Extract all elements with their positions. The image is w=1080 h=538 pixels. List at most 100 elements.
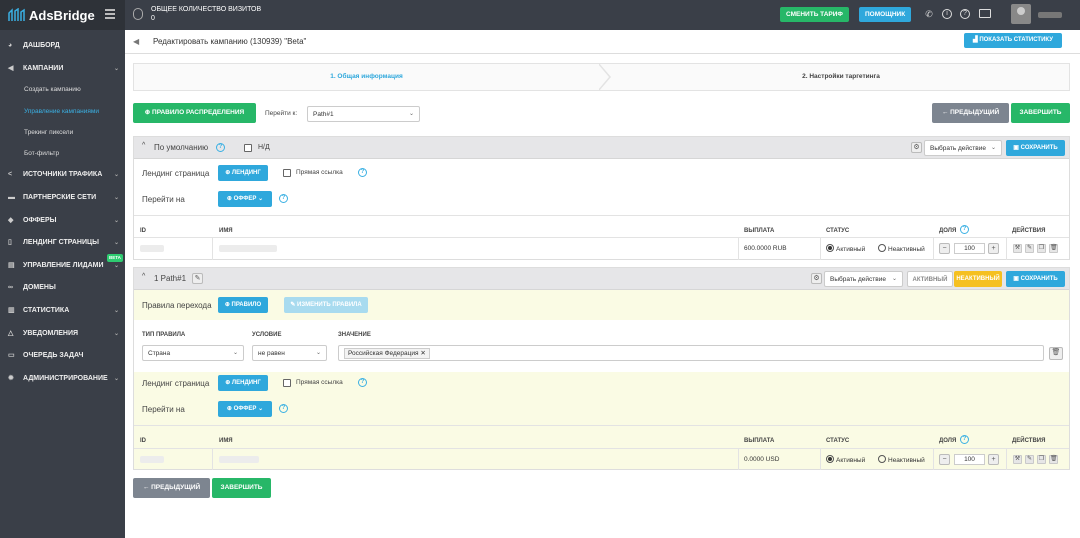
value-tag-input[interactable]: Российская Федерация ✕ (338, 345, 1044, 361)
change-plan-button[interactable]: СМЕНИТЬ ТАРИФ (780, 7, 849, 22)
path-save-button[interactable]: ▣ СОХРАНИТЬ (1006, 271, 1065, 287)
phone-icon[interactable]: ✆ (924, 9, 934, 19)
sidebar-sub-create-campaign[interactable]: Создать кампанию (0, 80, 125, 100)
finish-button-bottom[interactable]: ЗАВЕРШИТЬ (212, 478, 271, 498)
sidebar-sub-tracking-pixels[interactable]: Трекинг пиксели (0, 123, 125, 143)
status-active-radio[interactable]: Активный (826, 244, 865, 253)
sidebar-item-dashboard[interactable]: ◕ ДАШБОРД (0, 36, 125, 56)
sidebar-item-administration[interactable]: ✹ АДМИНИСТРИРОВАНИЕ ⌄ (0, 369, 125, 389)
wrench-icon[interactable]: ⚒ (1013, 244, 1022, 253)
step-general-info[interactable]: 1. Общая информация (134, 64, 599, 90)
sidebar-item-traffic-sources[interactable]: < ИСТОЧНИКИ ТРАФИКА ⌄ (0, 165, 125, 185)
info-icon[interactable]: i (942, 9, 952, 19)
sidebar-item-offers[interactable]: ◆ ОФФЕРЫ ⌄ (0, 211, 125, 231)
sidebar-item-campaigns[interactable]: ◀ КАМПАНИИ ⌄ (0, 59, 125, 79)
help-icon[interactable]: ? (960, 435, 969, 444)
condition-select[interactable]: не равен ⌄ (252, 345, 327, 361)
active-toggle[interactable]: АКТИВНЫЙ (907, 271, 953, 287)
select-action-value: Выбрать действие (830, 276, 886, 283)
active-label: Активный (836, 457, 866, 464)
top-bar: AdsBridge ОБЩЕЕ КОЛИЧЕСТВО ВИЗИТОВ 0 СМЕ… (0, 0, 1080, 30)
collapse-icon[interactable]: ^ (142, 273, 145, 280)
chevron-down-icon: ⌄ (408, 111, 414, 117)
offer-button[interactable]: ⊕ ОФФЕР ⌄ (218, 191, 272, 207)
landing-button[interactable]: ⊕ ЛЕНДИНГ (218, 165, 268, 181)
id-card-icon[interactable] (979, 9, 991, 18)
chevron-down-icon: ⌄ (113, 66, 119, 72)
sidebar-item-task-queue[interactable]: ▭ ОЧЕРЕДЬ ЗАДАЧ (0, 346, 125, 366)
user-name[interactable] (1038, 12, 1062, 18)
path-panel-title: 1 Path#1 (154, 274, 187, 283)
edit-icon[interactable]: ✎ (1025, 455, 1034, 464)
help-icon[interactable]: ? (279, 404, 288, 413)
settings-icon[interactable]: ⚙ (811, 273, 822, 284)
direct-link-checkbox[interactable] (283, 169, 291, 177)
status-inactive-radio[interactable]: Неактивный (878, 455, 925, 464)
prev-button[interactable]: ← ПРЕДЫДУЩИЙ (932, 103, 1009, 123)
avatar[interactable] (1011, 4, 1031, 24)
col-name: ИМЯ (219, 228, 233, 234)
share-increment-button[interactable]: + (988, 243, 999, 254)
inactive-label: Неактивный (888, 457, 925, 464)
bridge-logo-icon (8, 8, 25, 21)
add-distribution-rule-button[interactable]: ⊕ ПРАВИЛО РАСПРЕДЕЛЕНИЯ (133, 103, 256, 123)
finish-button[interactable]: ЗАВЕРШИТЬ (1011, 103, 1070, 123)
prev-button-bottom[interactable]: ← ПРЕДЫДУЩИЙ (133, 478, 210, 498)
help-icon[interactable]: ? (358, 378, 367, 387)
help-icon[interactable]: ? (358, 168, 367, 177)
pencil-icon: ✎ (290, 302, 298, 308)
share-increment-button[interactable]: + (988, 454, 999, 465)
sidebar-item-affiliate-networks[interactable]: ▬ ПАРТНЕРСКИЕ СЕТИ ⌄ (0, 188, 125, 208)
edit-title-icon[interactable]: ✎ (192, 273, 203, 284)
status-inactive-radio[interactable]: Неактивный (878, 244, 925, 253)
chevron-down-icon: ⌄ (113, 240, 119, 246)
settings-icon[interactable]: ⚙ (911, 142, 922, 153)
collapse-icon[interactable]: ^ (142, 142, 145, 149)
sidebar-item-lead-management[interactable]: ▤ УПРАВЛЕНИЕ ЛИДАМИ Beta ⌄ (0, 254, 125, 276)
help-icon[interactable]: ? (960, 225, 969, 234)
landing-button[interactable]: ⊕ ЛЕНДИНГ (218, 375, 268, 391)
sidebar-sub-bot-filter[interactable]: Бот-фильтр (0, 144, 125, 164)
edit-rules-button[interactable]: ✎ ИЗМЕНИТЬ ПРАВИЛА (284, 297, 368, 313)
edit-icon[interactable]: ✎ (1025, 244, 1034, 253)
copy-icon[interactable]: ❐ (1037, 455, 1046, 464)
inactive-toggle[interactable]: НЕАКТИВНЫЙ (954, 271, 1002, 287)
show-stats-button[interactable]: ▟ ПОКАЗАТЬ СТАТИСТИКУ (964, 33, 1062, 48)
chevron-down-icon: ⌄ (113, 376, 119, 382)
copy-icon[interactable]: ❐ (1037, 244, 1046, 253)
rule-type-select[interactable]: Страна ⌄ (142, 345, 244, 361)
default-save-button[interactable]: ▣ СОХРАНИТЬ (1006, 140, 1065, 156)
na-checkbox[interactable] (244, 144, 252, 152)
sidebar-sub-manage-campaigns[interactable]: Управление кампаниями (0, 102, 125, 122)
default-select-action[interactable]: Выбрать действие ⌄ (924, 140, 1002, 156)
helper-button[interactable]: ПОМОЩНИК (859, 7, 912, 22)
trash-icon[interactable]: 🗑 (1049, 455, 1058, 464)
trash-icon[interactable]: 🗑 (1049, 244, 1058, 253)
help-icon[interactable]: ? (216, 143, 225, 152)
share-decrement-button[interactable]: − (939, 454, 950, 465)
menu-toggle-icon[interactable] (105, 9, 115, 19)
tag-remove-icon[interactable]: ✕ (419, 350, 425, 357)
megaphone-icon: ◀ (8, 65, 14, 72)
question-icon[interactable]: ? (960, 9, 970, 19)
share-input[interactable]: 100 (954, 454, 985, 465)
wrench-icon[interactable]: ⚒ (1013, 455, 1022, 464)
help-icon[interactable]: ? (279, 194, 288, 203)
sidebar-item-notifications[interactable]: △ УВЕДОМЛЕНИЯ ⌄ (0, 324, 125, 344)
radio-icon (878, 244, 886, 252)
offer-button[interactable]: ⊕ ОФФЕР ⌄ (218, 401, 272, 417)
direct-link-checkbox[interactable] (283, 379, 291, 387)
cell-border (212, 449, 213, 470)
delete-rule-icon[interactable]: 🗑 (1049, 347, 1063, 360)
share-decrement-button[interactable]: − (939, 243, 950, 254)
status-active-radio[interactable]: Активный (826, 455, 865, 464)
sidebar-item-statistics[interactable]: ▥ СТАТИСТИКА ⌄ (0, 301, 125, 321)
active-label: Активный (836, 246, 866, 253)
add-rule-button[interactable]: ⊕ ПРАВИЛО (218, 297, 268, 313)
sidebar-item-landing-pages[interactable]: ▯ ЛЕНДИНГ СТРАНИЦЫ ⌄ (0, 233, 125, 253)
goto-select[interactable]: Path#1 ⌄ (307, 106, 420, 122)
sidebar-item-domains[interactable]: ∞ ДОМЕНЫ (0, 278, 125, 298)
path-select-action[interactable]: Выбрать действие ⌄ (824, 271, 903, 287)
step-targeting[interactable]: 2. Настройки таргетинга (612, 64, 1070, 90)
share-input[interactable]: 100 (954, 243, 985, 254)
